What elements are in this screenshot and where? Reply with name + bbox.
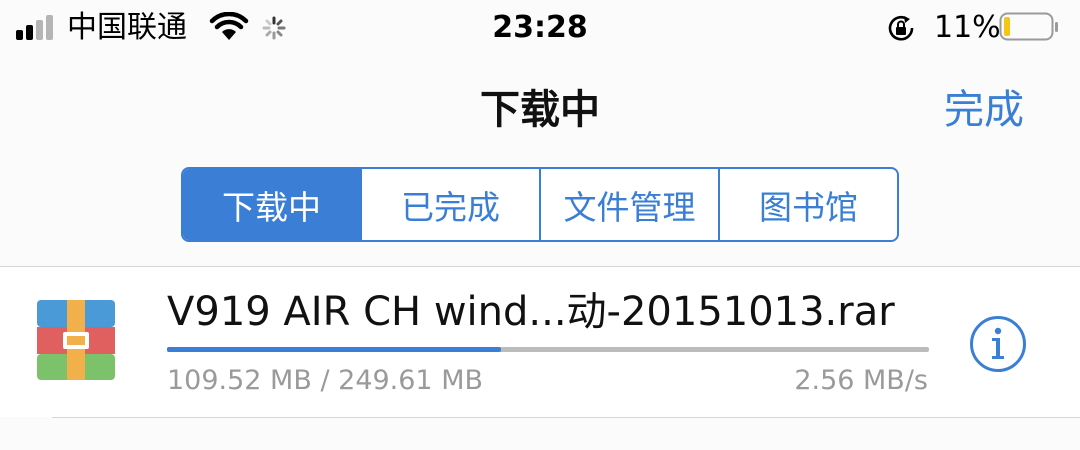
tab-downloading[interactable]: 下载中 bbox=[183, 169, 360, 240]
download-progress-bar bbox=[167, 347, 929, 352]
tab-completed[interactable]: 已完成 bbox=[360, 169, 539, 240]
page-title: 下载中 bbox=[480, 87, 600, 133]
battery-percent: 11% bbox=[934, 10, 1001, 45]
rotation-lock-icon bbox=[888, 15, 914, 41]
download-item[interactable]: V919 AIR CH wind...动-20151013.rar 109.52… bbox=[0, 267, 1080, 417]
tab-library[interactable]: 图书馆 bbox=[718, 169, 897, 240]
download-size-progress: 109.52 MB / 249.61 MB bbox=[167, 365, 484, 396]
download-progress-fill bbox=[167, 347, 502, 352]
info-icon[interactable] bbox=[969, 315, 1027, 373]
list-divider bbox=[52, 417, 1080, 418]
segmented-control: 下载中 已完成 文件管理 图书馆 bbox=[181, 167, 899, 242]
file-name: V919 AIR CH wind...动-20151013.rar bbox=[167, 289, 895, 335]
status-bar: 中国联通 23:28 11% bbox=[0, 0, 1080, 56]
battery-icon bbox=[999, 12, 1058, 41]
tab-file-management[interactable]: 文件管理 bbox=[539, 169, 718, 240]
status-time: 23:28 bbox=[492, 10, 588, 45]
download-speed: 2.56 MB/s bbox=[794, 365, 928, 396]
archive-rar-icon bbox=[37, 300, 115, 380]
done-button[interactable]: 完成 bbox=[944, 84, 1024, 136]
